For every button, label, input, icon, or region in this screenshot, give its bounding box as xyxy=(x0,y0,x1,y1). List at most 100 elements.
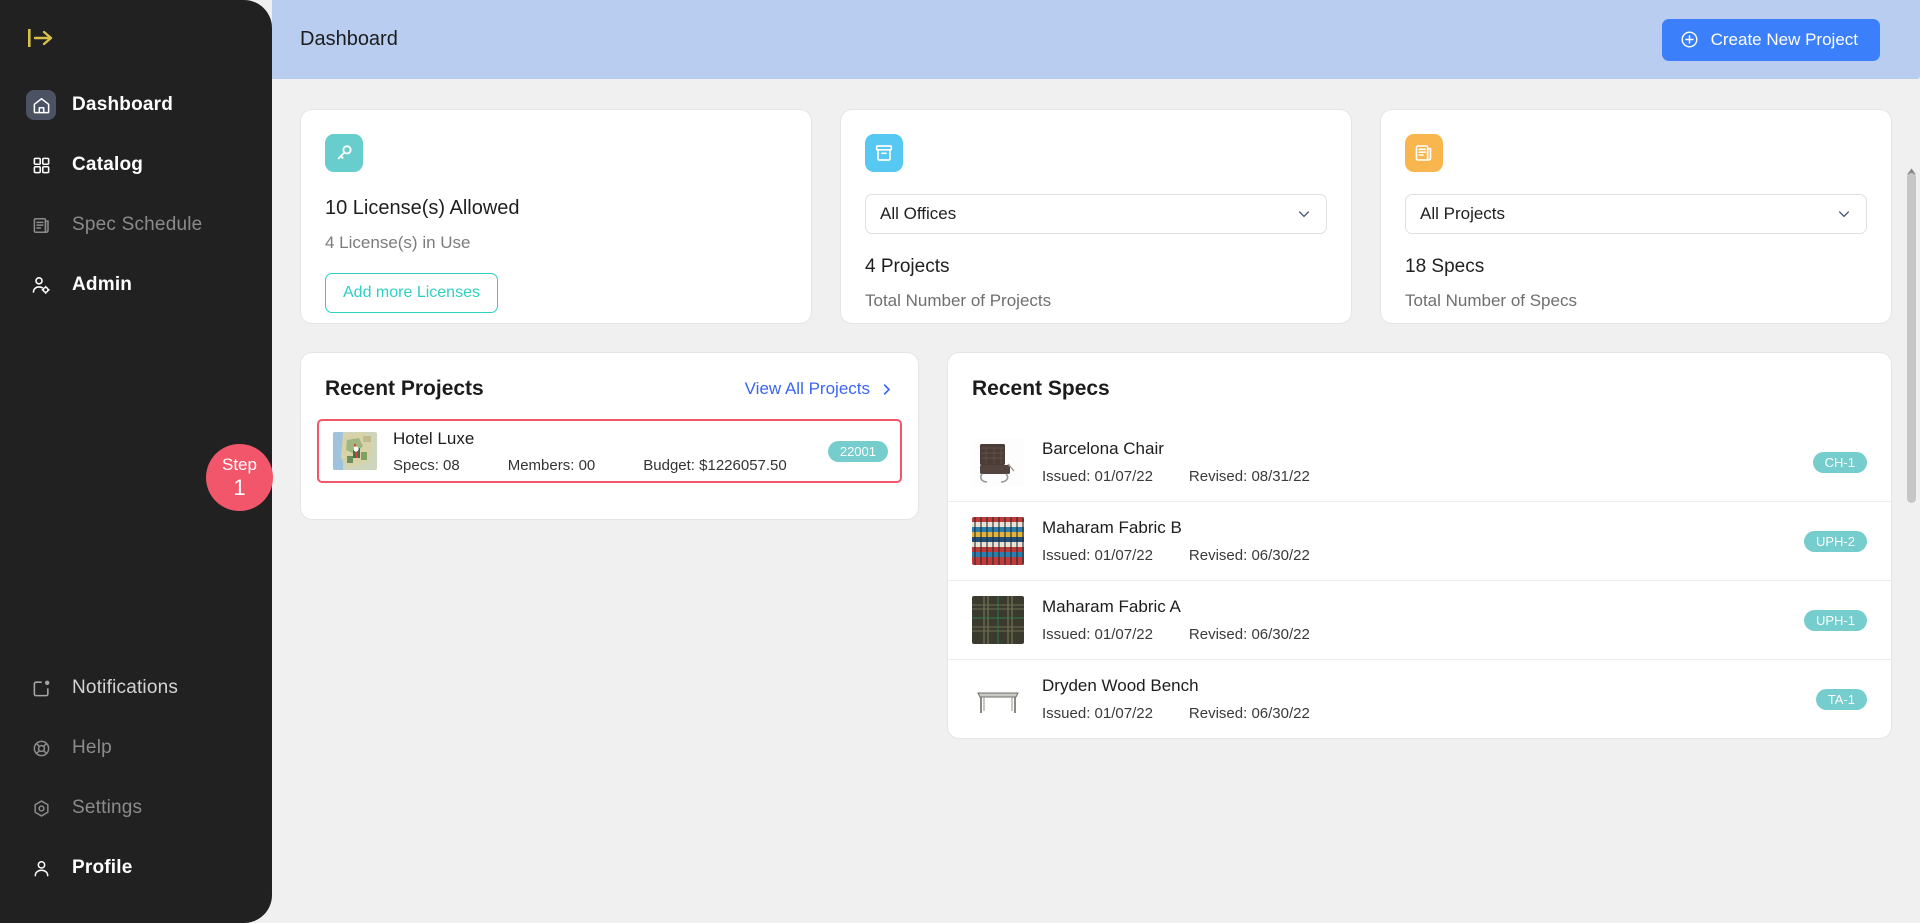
project-filter-select[interactable]: All Projects xyxy=(1405,194,1867,234)
sidebar-item-label: Help xyxy=(72,737,112,758)
news-document-icon xyxy=(1405,134,1443,172)
view-all-projects-label: View All Projects xyxy=(744,379,870,398)
list-item[interactable]: Dryden Wood Bench Issued: 01/07/22 Revis… xyxy=(948,659,1891,738)
stat-cards-row: 10 License(s) Allowed 4 License(s) in Us… xyxy=(300,79,1892,324)
spec-revised-date: Revised: 06/30/22 xyxy=(1188,626,1310,643)
project-name: Hotel Luxe xyxy=(393,428,475,448)
recent-projects-header: Recent Projects View All Projects xyxy=(301,353,918,401)
plus-circle-icon xyxy=(1680,30,1699,49)
list-item[interactable]: Maharam Fabric A Issued: 01/07/22 Revise… xyxy=(948,580,1891,659)
spec-name: Maharam Fabric B xyxy=(1042,518,1182,537)
spec-meta: Issued: 01/07/22 Revised: 06/30/22 xyxy=(1042,547,1786,564)
sidebar-item-dashboard[interactable]: Dashboard xyxy=(0,82,272,128)
spec-info: Barcelona Chair Issued: 01/07/22 Revised… xyxy=(1042,439,1795,485)
dashboard-content: 10 License(s) Allowed 4 License(s) in Us… xyxy=(272,79,1920,923)
tour-step-number: 1 xyxy=(233,474,246,500)
sidebar-item-label: Settings xyxy=(72,797,143,818)
plaid-fabric-thumbnail xyxy=(972,596,1024,644)
spec-info: Dryden Wood Bench Issued: 01/07/22 Revis… xyxy=(1042,676,1798,722)
tour-step-badge: Step 1 xyxy=(206,444,273,511)
spec-issued-date: Issued: 01/07/22 xyxy=(1042,705,1153,722)
spec-info: Maharam Fabric A Issued: 01/07/22 Revise… xyxy=(1042,597,1786,643)
sidebar-item-label: Catalog xyxy=(72,154,144,175)
sidebar-item-admin[interactable]: Admin xyxy=(0,262,272,308)
top-bar: Dashboard Create New Project xyxy=(272,0,1920,79)
spec-meta: Issued: 01/07/22 Revised: 06/30/22 xyxy=(1042,705,1798,722)
spec-revised-date: Revised: 06/30/22 xyxy=(1188,705,1310,722)
sidebar-item-label: Notifications xyxy=(72,677,179,698)
spec-code-badge: CH-1 xyxy=(1812,451,1867,473)
sidebar-primary-nav: Dashboard Catalog Spec Schedule Admin xyxy=(0,82,272,308)
office-filter-select[interactable]: All Offices xyxy=(865,194,1327,234)
notification-bell-icon xyxy=(26,673,56,703)
view-all-projects-link[interactable]: View All Projects xyxy=(745,379,894,399)
sidebar-item-label: Spec Schedule xyxy=(72,214,203,235)
recent-specs-panel: Recent Specs Barcelona Chair Issued: 01/… xyxy=(947,352,1892,739)
chevron-down-icon xyxy=(1836,206,1852,222)
sidebar-collapse-row xyxy=(0,0,272,76)
spec-info: Maharam Fabric B Issued: 01/07/22 Revise… xyxy=(1042,518,1786,564)
projects-count: 4 Projects xyxy=(865,256,950,277)
sidebar-item-spec-schedule[interactable]: Spec Schedule xyxy=(0,202,272,248)
license-allowed-text: 10 License(s) Allowed xyxy=(325,197,520,219)
license-in-use-text: 4 License(s) in Use xyxy=(325,233,471,252)
project-code-badge: 22001 xyxy=(827,440,888,462)
site-plan-thumbnail xyxy=(333,432,377,470)
sidebar-item-help[interactable]: Help xyxy=(0,725,272,771)
app-root: Dashboard Catalog Spec Schedule Admin No… xyxy=(0,0,1920,923)
user-icon xyxy=(26,853,56,883)
main-area: Dashboard Create New Project 10 License(… xyxy=(272,0,1920,923)
collapse-panel-icon[interactable] xyxy=(26,25,56,51)
projects-count-description: Total Number of Projects xyxy=(865,291,1052,310)
projects-stat-card: All Offices 4 Projects Total Number of P… xyxy=(840,109,1352,324)
scrollbar-thumb[interactable] xyxy=(1907,173,1916,503)
spec-code-badge: UPH-2 xyxy=(1803,530,1867,552)
recent-specs-header: Recent Specs xyxy=(948,353,1891,401)
sidebar-item-label: Dashboard xyxy=(72,94,174,115)
settings-gear-icon xyxy=(26,793,56,823)
sidebar-item-catalog[interactable]: Catalog xyxy=(0,142,272,188)
specs-stat-card: All Projects 18 Specs Total Number of Sp… xyxy=(1380,109,1892,324)
tour-step-word: Step xyxy=(222,455,257,475)
chevron-right-icon xyxy=(879,382,894,397)
barcelona-chair-thumbnail xyxy=(972,438,1024,486)
spec-issued-date: Issued: 01/07/22 xyxy=(1042,626,1153,643)
sidebar-item-profile[interactable]: Profile xyxy=(0,845,272,891)
spec-name: Maharam Fabric A xyxy=(1042,597,1181,616)
spec-code-badge: TA-1 xyxy=(1815,688,1867,710)
document-list-icon xyxy=(26,210,56,240)
home-icon xyxy=(26,90,56,120)
sidebar-secondary-nav: Notifications Help Settings Profile xyxy=(0,665,272,891)
page-title: Dashboard xyxy=(300,28,398,50)
create-new-project-button[interactable]: Create New Project xyxy=(1661,18,1880,61)
user-gear-icon xyxy=(26,270,56,300)
project-meta: Specs: 08 Members: 00 Budget: $1226057.5… xyxy=(393,457,812,474)
sidebar-item-label: Admin xyxy=(72,274,133,295)
spec-name: Dryden Wood Bench xyxy=(1042,676,1199,695)
spec-meta: Issued: 01/07/22 Revised: 06/30/22 xyxy=(1042,626,1786,643)
sidebar-item-notifications[interactable]: Notifications xyxy=(0,665,272,711)
spec-revised-date: Revised: 06/30/22 xyxy=(1188,547,1310,564)
lifebuoy-icon xyxy=(26,733,56,763)
spec-code-badge: UPH-1 xyxy=(1803,609,1867,631)
key-icon xyxy=(325,134,363,172)
list-item[interactable]: Barcelona Chair Issued: 01/07/22 Revised… xyxy=(948,423,1891,501)
create-new-project-label: Create New Project xyxy=(1710,29,1858,49)
table-row[interactable]: Hotel Luxe Specs: 08 Members: 00 Budget:… xyxy=(317,419,902,483)
list-item[interactable]: Maharam Fabric B Issued: 01/07/22 Revise… xyxy=(948,501,1891,580)
specs-count: 18 Specs xyxy=(1405,256,1485,277)
vertical-scrollbar[interactable] xyxy=(1905,165,1918,923)
project-filter-value: All Projects xyxy=(1420,204,1506,223)
spec-meta: Issued: 01/07/22 Revised: 08/31/22 xyxy=(1042,468,1795,485)
add-more-licenses-button[interactable]: Add more Licenses xyxy=(325,273,498,313)
box-archive-icon xyxy=(865,134,903,172)
specs-count-description: Total Number of Specs xyxy=(1405,291,1577,310)
recent-projects-panel: Recent Projects View All Projects Hotel … xyxy=(300,352,919,520)
spec-issued-date: Issued: 01/07/22 xyxy=(1042,547,1153,564)
sidebar-item-settings[interactable]: Settings xyxy=(0,785,272,831)
panels-row: Recent Projects View All Projects Hotel … xyxy=(300,352,1892,739)
spec-issued-date: Issued: 01/07/22 xyxy=(1042,468,1153,485)
recent-projects-title: Recent Projects xyxy=(325,377,484,400)
sidebar-item-label: Profile xyxy=(72,857,133,878)
office-filter-value: All Offices xyxy=(880,204,957,223)
